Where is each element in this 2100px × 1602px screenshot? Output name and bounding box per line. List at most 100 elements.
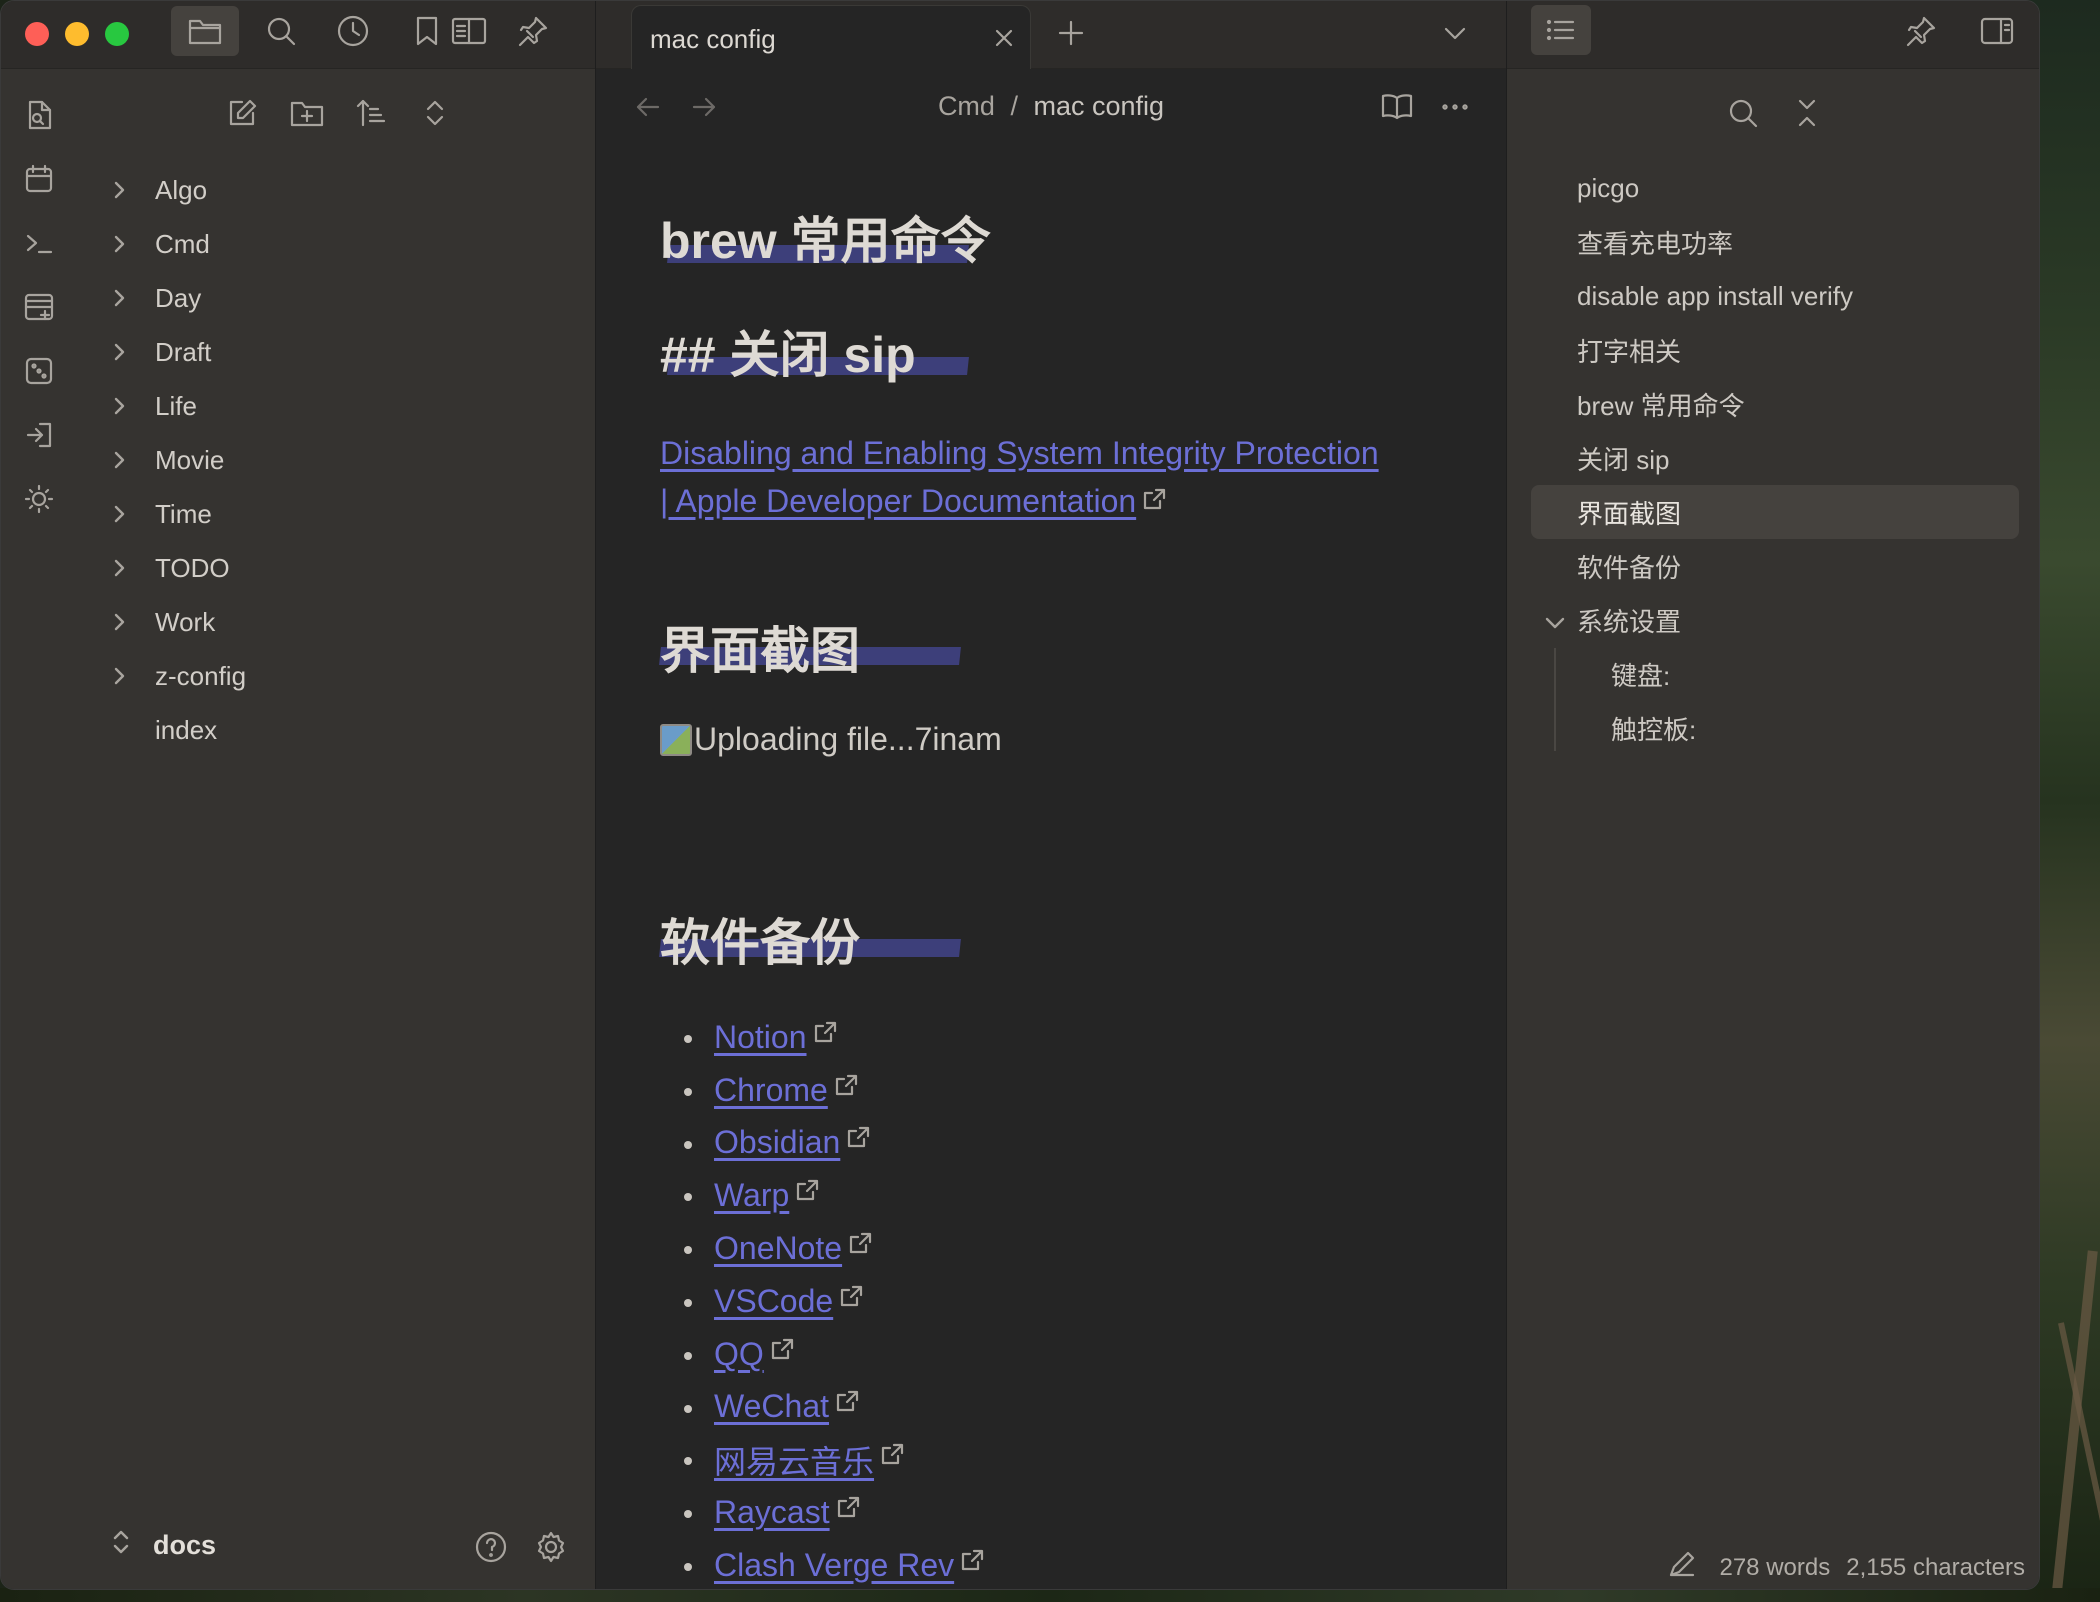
external-link-icon <box>846 1121 872 1158</box>
tree-item-label: Life <box>155 390 197 421</box>
broken-image[interactable]: Uploading file...7inam <box>660 721 1002 758</box>
outline-item-expanded[interactable]: 系统设置 <box>1531 593 2019 647</box>
pin-icon[interactable] <box>1899 9 1943 53</box>
vault-switcher[interactable]: docs <box>111 1527 216 1564</box>
outline-item[interactable]: 键盘: <box>1531 647 2019 701</box>
tree-item-label: Day <box>155 282 202 313</box>
link-warp[interactable]: Warp <box>714 1177 789 1214</box>
collapse-all-icon[interactable] <box>1785 91 1829 135</box>
minimize-window-button[interactable] <box>65 22 89 46</box>
clock-icon[interactable] <box>331 9 375 53</box>
external-link-icon <box>813 1016 839 1053</box>
sip-doc-link[interactable]: Disabling and Enabling System Integrity … <box>660 429 1450 525</box>
chevron-right-icon[interactable] <box>111 394 129 425</box>
outline-item[interactable]: 软件备份 <box>1531 539 2019 593</box>
book-open-icon[interactable] <box>1375 85 1419 129</box>
help-icon[interactable] <box>469 1525 513 1569</box>
search-icon[interactable] <box>259 9 303 53</box>
outline-item[interactable]: brew 常用命令 <box>1531 377 2019 431</box>
outline-item[interactable]: 打字相关 <box>1531 323 2019 377</box>
tree-item-label: Movie <box>155 444 225 475</box>
link-text[interactable]: | Apple Developer Documentation <box>660 483 1136 519</box>
breadcrumb-separator: / <box>1010 91 1018 121</box>
link-text[interactable]: Disabling and Enabling System Integrity … <box>660 435 1379 471</box>
breadcrumb-folder[interactable]: Cmd <box>938 91 995 121</box>
new-canvas-icon[interactable] <box>17 285 61 329</box>
link-wechat[interactable]: WeChat <box>714 1388 829 1425</box>
breadcrumb-note[interactable]: mac config <box>1034 91 1165 121</box>
link-onenote[interactable]: OneNote <box>714 1230 842 1267</box>
outline-item-selected[interactable]: 界面截图 <box>1531 485 2019 539</box>
chevron-right-icon[interactable] <box>111 448 129 479</box>
chevron-right-icon[interactable] <box>111 610 129 641</box>
outline-item[interactable]: 查看充电功率 <box>1531 215 2019 269</box>
outline-item[interactable]: 关闭 sip <box>1531 431 2019 485</box>
edit-pencil-icon[interactable] <box>1667 1549 1697 1586</box>
link-notion[interactable]: Notion <box>714 1019 807 1056</box>
heading-text: brew 常用命令 <box>660 213 991 269</box>
new-note-icon[interactable] <box>221 91 265 135</box>
external-link-icon <box>960 1544 986 1581</box>
list-item: VSCode <box>660 1275 986 1328</box>
tree-item-label: Algo <box>155 174 208 205</box>
file-search-icon[interactable] <box>17 93 61 137</box>
desktop-wallpaper <box>2030 0 2100 1602</box>
reading-view-icon[interactable] <box>447 9 491 53</box>
desktop-wallpaper-bottom <box>0 1588 2100 1602</box>
character-count: 2,155 characters <box>1846 1553 2025 1581</box>
search-icon[interactable] <box>1721 91 1765 135</box>
right-divider[interactable] <box>1506 1 1507 1589</box>
breadcrumb: Cmd / mac config <box>596 91 1506 122</box>
link-clash-verge-rev[interactable]: Clash Verge Rev <box>714 1547 954 1584</box>
outline-item[interactable]: disable app install verify <box>1531 269 2019 323</box>
link-netease-music[interactable]: 网易云音乐 <box>714 1437 874 1483</box>
chevron-down-icon[interactable] <box>1543 609 1567 640</box>
link-qq[interactable]: QQ <box>714 1336 764 1373</box>
outline-list-icon[interactable] <box>1531 5 1591 55</box>
link-obsidian[interactable]: Obsidian <box>714 1124 840 1161</box>
external-link-icon <box>1142 483 1168 519</box>
calendar-icon[interactable] <box>17 157 61 201</box>
link-vscode[interactable]: VSCode <box>714 1283 833 1320</box>
outline-indent-guide <box>1554 648 1556 751</box>
bookmark-icon[interactable] <box>405 9 449 53</box>
chevron-right-icon[interactable] <box>111 286 129 317</box>
heading-software-backup: 软件备份 <box>659 903 961 975</box>
more-options-icon[interactable] <box>1433 85 1477 129</box>
login-icon[interactable] <box>17 413 61 457</box>
new-folder-icon[interactable] <box>285 91 329 135</box>
close-window-button[interactable] <box>25 22 49 46</box>
tree-item-label: Time <box>155 498 212 529</box>
list-item: Raycast <box>660 1486 986 1539</box>
outline-panel: picgo 查看充电功率 disable app install verify … <box>1531 161 2019 755</box>
sort-icon[interactable] <box>349 91 393 135</box>
chevron-right-icon[interactable] <box>111 664 129 695</box>
settings-gear-icon[interactable] <box>529 1525 573 1569</box>
chevron-right-icon[interactable] <box>111 556 129 587</box>
link-chrome[interactable]: Chrome <box>714 1072 828 1109</box>
terminal-icon[interactable] <box>17 221 61 265</box>
heading-sip: ## 关闭 sip <box>660 315 969 387</box>
chevron-right-icon[interactable] <box>111 178 129 209</box>
link-raycast[interactable]: Raycast <box>714 1494 830 1531</box>
outline-item-label: 触控板: <box>1611 714 1697 745</box>
list-item: Warp <box>660 1169 986 1222</box>
chevron-right-icon[interactable] <box>111 340 129 371</box>
folder-icon[interactable] <box>171 6 239 56</box>
outline-item[interactable]: picgo <box>1531 161 2019 215</box>
chevron-right-icon[interactable] <box>111 232 129 263</box>
broken-image-icon <box>660 723 692 756</box>
outline-item[interactable]: 触控板: <box>1531 701 2019 755</box>
chevron-right-icon[interactable] <box>111 502 129 533</box>
ribbon <box>1 69 77 1589</box>
toggle-right-sidebar-icon[interactable] <box>1975 9 2019 53</box>
external-link-icon <box>880 1438 906 1475</box>
external-link-icon <box>839 1280 865 1317</box>
pin-icon[interactable] <box>511 9 555 53</box>
collapse-icon[interactable] <box>413 91 457 135</box>
outline-item-label: picgo <box>1577 172 1640 203</box>
dice-icon[interactable] <box>17 349 61 393</box>
zoom-window-button[interactable] <box>105 22 129 46</box>
heading-screenshot: 界面截图 <box>659 611 961 683</box>
sun-icon[interactable] <box>17 477 61 521</box>
